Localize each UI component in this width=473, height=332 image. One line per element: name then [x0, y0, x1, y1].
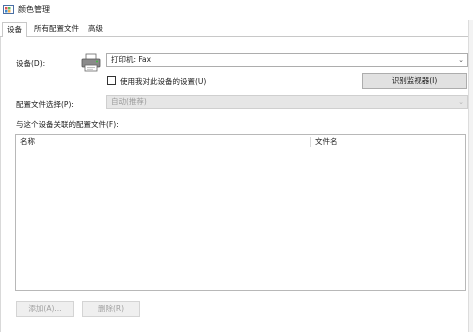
- associated-profiles-label: 与这个设备关联的配置文件(F):: [16, 120, 119, 129]
- tab-all-profiles[interactable]: 所有配置文件: [30, 22, 83, 36]
- identify-monitor-button[interactable]: 识别监视器(I): [362, 73, 467, 89]
- chevron-down-icon: ⌄: [458, 56, 464, 64]
- window-title: 颜色管理: [18, 5, 50, 14]
- device-label: 设备(D):: [16, 59, 46, 68]
- profile-selection-value: 自动(推荐): [111, 97, 147, 106]
- window-edge: [468, 20, 473, 332]
- tab-device[interactable]: 设备: [2, 22, 27, 37]
- column-header-name[interactable]: 名称: [16, 135, 35, 149]
- device-select-value: 打印机: Fax: [111, 55, 152, 64]
- profile-selection-select: 自动(推荐) ⌄: [106, 95, 468, 109]
- profile-selection-label: 配置文件选择(P):: [16, 100, 74, 109]
- device-select[interactable]: 打印机: Fax ⌄: [106, 53, 468, 67]
- title-bar: [0, 0, 473, 20]
- printer-icon: [81, 53, 101, 72]
- color-management-icon: [3, 5, 14, 14]
- chevron-down-icon: ⌄: [458, 98, 464, 106]
- profiles-list[interactable]: 名称 文件名: [15, 134, 466, 291]
- use-settings-checkbox[interactable]: [107, 76, 116, 85]
- use-settings-label: 使用我对此设备的设置(U): [120, 77, 207, 86]
- column-header-filename[interactable]: 文件名: [311, 135, 338, 149]
- add-button: 添加(A)...: [16, 301, 74, 317]
- remove-button: 删除(R): [82, 301, 140, 317]
- tab-advanced[interactable]: 高级: [84, 22, 107, 36]
- tab-strip: 设备 所有配置文件 高级: [0, 22, 473, 37]
